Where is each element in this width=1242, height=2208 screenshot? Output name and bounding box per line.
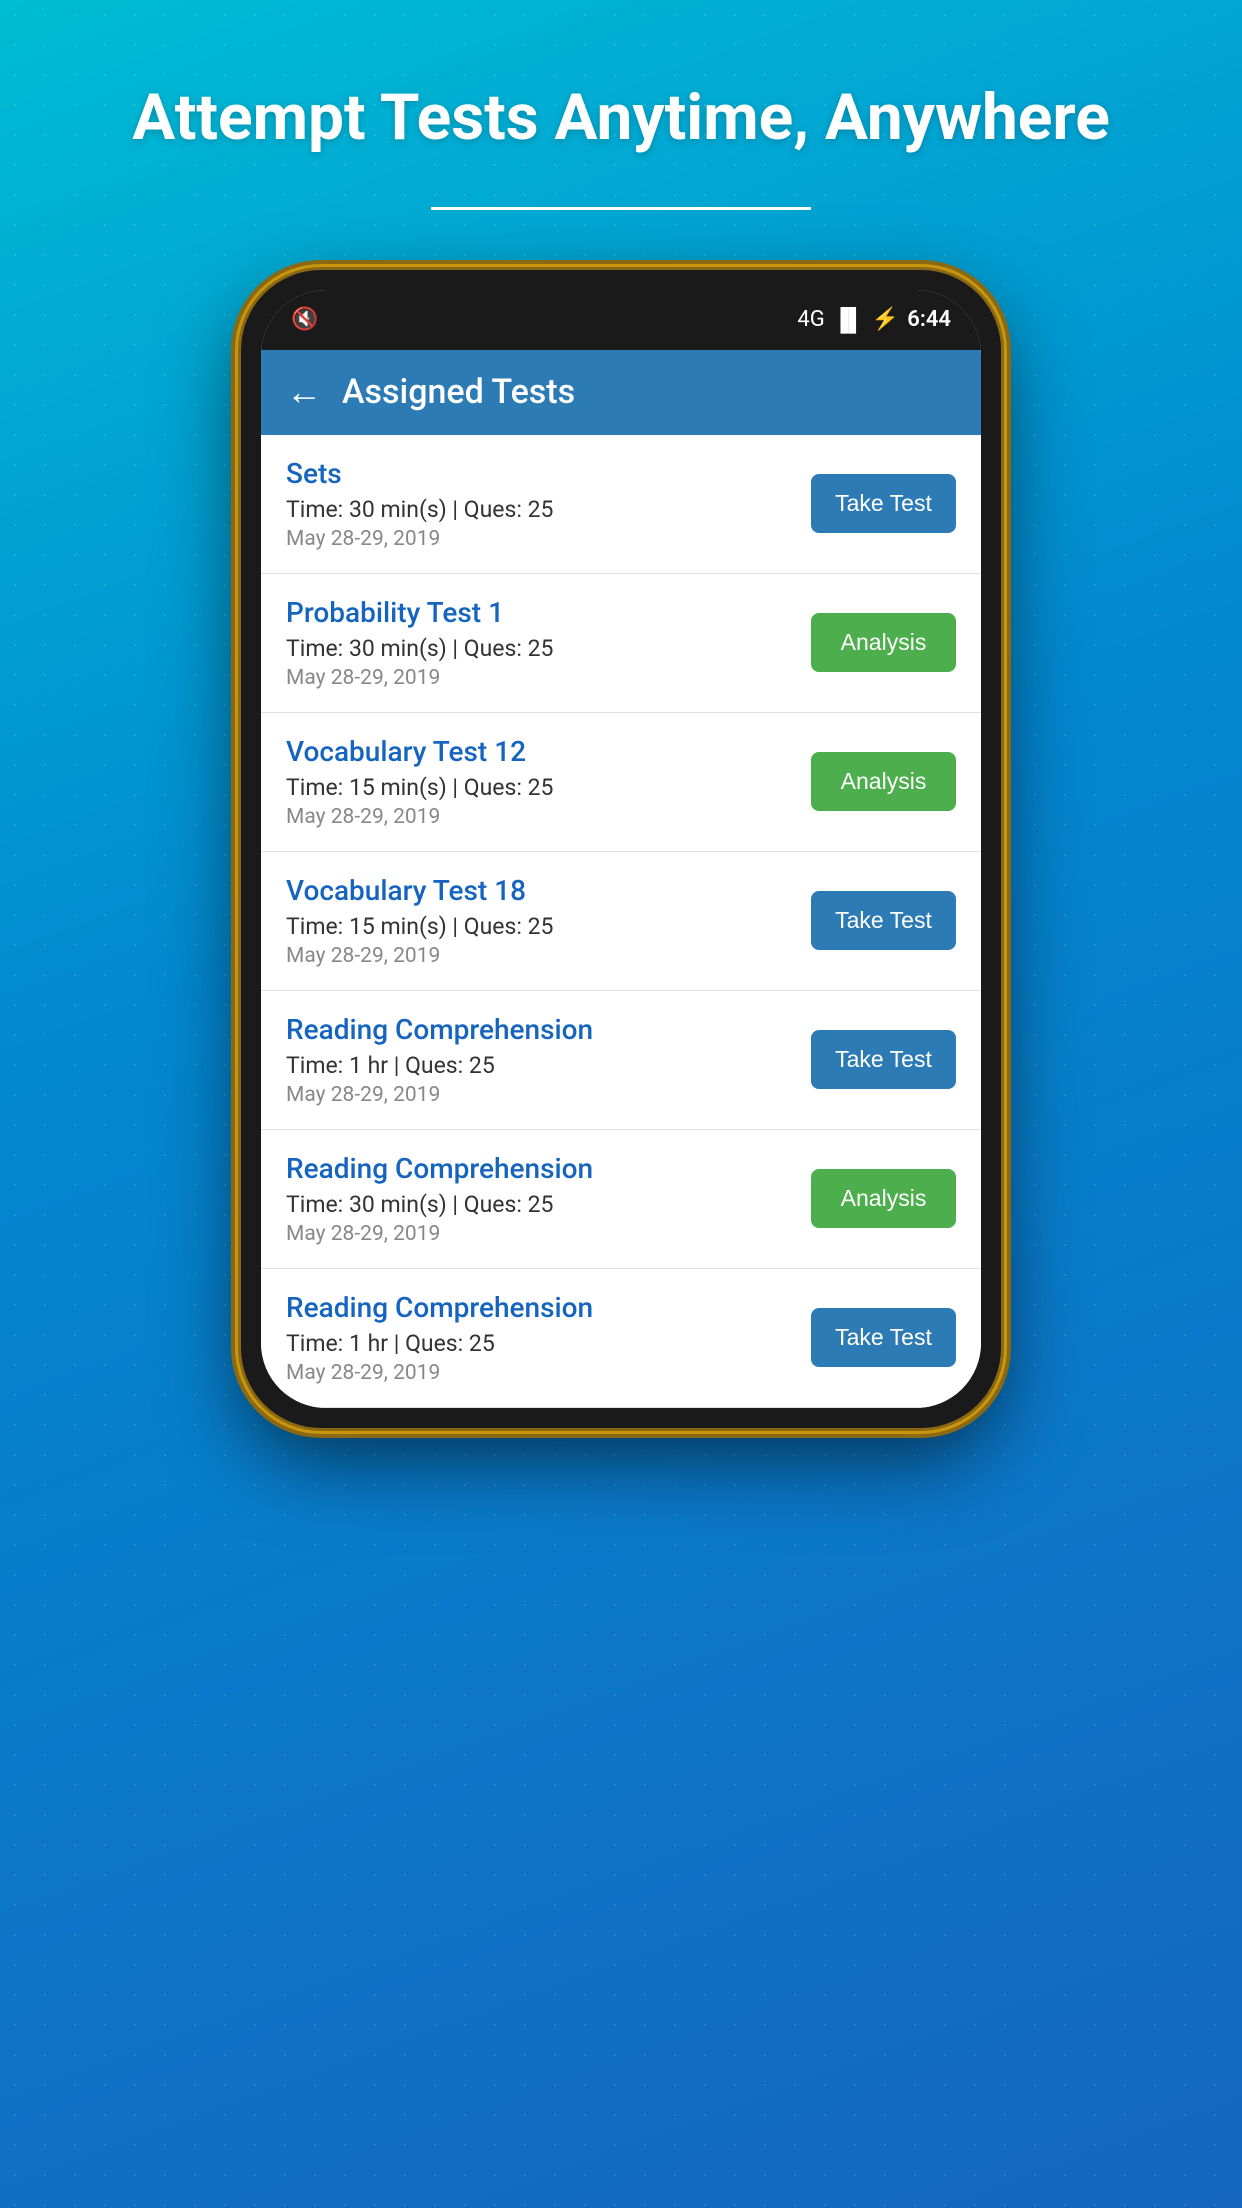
test-info: Vocabulary Test 18 Time: 15 min(s) | Ques… xyxy=(286,874,811,968)
test-info: Probability Test 1 Time: 30 min(s) | Ques… xyxy=(286,596,811,690)
test-name: Probability Test 1 xyxy=(286,596,811,629)
test-date: May 28-29, 2019 xyxy=(286,944,811,968)
test-info: Reading Comprehension Time: 1 hr | Ques: … xyxy=(286,1013,811,1107)
test-list: Sets Time: 30 min(s) | Ques: 25 May 28-29,… xyxy=(261,435,981,1408)
clock: 6:44 xyxy=(907,307,951,332)
test-date: May 28-29, 2019 xyxy=(286,1222,811,1246)
test-name: Reading Comprehension xyxy=(286,1291,811,1324)
test-item: Reading Comprehension Time: 1 hr | Ques: … xyxy=(261,1269,981,1408)
take-test-button[interactable]: Take Test xyxy=(811,474,956,533)
test-meta: Time: 30 min(s) | Ques: 25 xyxy=(286,1191,811,1218)
test-meta: Time: 15 min(s) | Ques: 25 xyxy=(286,774,811,801)
hero-divider xyxy=(431,207,811,210)
test-item: Reading Comprehension Time: 1 hr | Ques: … xyxy=(261,991,981,1130)
test-item: Vocabulary Test 12 Time: 15 min(s) | Ques… xyxy=(261,713,981,852)
test-item: Probability Test 1 Time: 30 min(s) | Ques… xyxy=(261,574,981,713)
test-info: Sets Time: 30 min(s) | Ques: 25 May 28-29,… xyxy=(286,457,811,551)
battery-icon: ⚡ xyxy=(872,307,899,332)
test-date: May 28-29, 2019 xyxy=(286,527,811,551)
notch xyxy=(521,290,721,330)
take-test-button[interactable]: Take Test xyxy=(811,1030,956,1089)
test-date: May 28-29, 2019 xyxy=(286,1361,811,1385)
test-item: Vocabulary Test 18 Time: 15 min(s) | Ques… xyxy=(261,852,981,991)
take-test-button[interactable]: Take Test xyxy=(811,1308,956,1367)
test-name: Vocabulary Test 12 xyxy=(286,735,811,768)
analysis-button[interactable]: Analysis xyxy=(811,613,956,672)
take-test-button[interactable]: Take Test xyxy=(811,891,956,950)
test-meta: Time: 1 hr | Ques: 25 xyxy=(286,1330,811,1357)
test-name: Vocabulary Test 18 xyxy=(286,874,811,907)
status-bar: 🔇 4G ▐▌ ⚡ 6:44 xyxy=(261,290,981,350)
phone-screen: 🔇 4G ▐▌ ⚡ 6:44 ← Assigned Tests Sets Time… xyxy=(261,290,981,1408)
test-name: Reading Comprehension xyxy=(286,1013,811,1046)
back-button[interactable]: ← xyxy=(286,371,322,413)
signal-icon: ▐▌ xyxy=(833,307,864,333)
test-meta: Time: 30 min(s) | Ques: 25 xyxy=(286,496,811,523)
test-info: Reading Comprehension Time: 1 hr | Ques: … xyxy=(286,1291,811,1385)
test-info: Reading Comprehension Time: 30 min(s) | Q… xyxy=(286,1152,811,1246)
test-date: May 28-29, 2019 xyxy=(286,1083,811,1107)
test-meta: Time: 15 min(s) | Ques: 25 xyxy=(286,913,811,940)
test-info: Vocabulary Test 12 Time: 15 min(s) | Ques… xyxy=(286,735,811,829)
analysis-button[interactable]: Analysis xyxy=(811,752,956,811)
test-name: Sets xyxy=(286,457,811,490)
status-bar-right: 4G ▐▌ ⚡ 6:44 xyxy=(797,307,951,333)
test-name: Reading Comprehension xyxy=(286,1152,811,1185)
network-label: 4G xyxy=(797,307,824,332)
volume-icon: 🔇 xyxy=(291,307,318,332)
page-title: Assigned Tests xyxy=(342,372,575,412)
analysis-button[interactable]: Analysis xyxy=(811,1169,956,1228)
test-meta: Time: 1 hr | Ques: 25 xyxy=(286,1052,811,1079)
test-meta: Time: 30 min(s) | Ques: 25 xyxy=(286,635,811,662)
test-item: Reading Comprehension Time: 30 min(s) | Q… xyxy=(261,1130,981,1269)
app-header: ← Assigned Tests xyxy=(261,350,981,435)
hero-title: Attempt Tests Anytime, Anywhere xyxy=(72,80,1170,157)
test-date: May 28-29, 2019 xyxy=(286,666,811,690)
phone-frame: 🔇 4G ▐▌ ⚡ 6:44 ← Assigned Tests Sets Time… xyxy=(241,270,1001,1428)
test-date: May 28-29, 2019 xyxy=(286,805,811,829)
test-item: Sets Time: 30 min(s) | Ques: 25 May 28-29,… xyxy=(261,435,981,574)
status-bar-left: 🔇 xyxy=(291,307,318,332)
